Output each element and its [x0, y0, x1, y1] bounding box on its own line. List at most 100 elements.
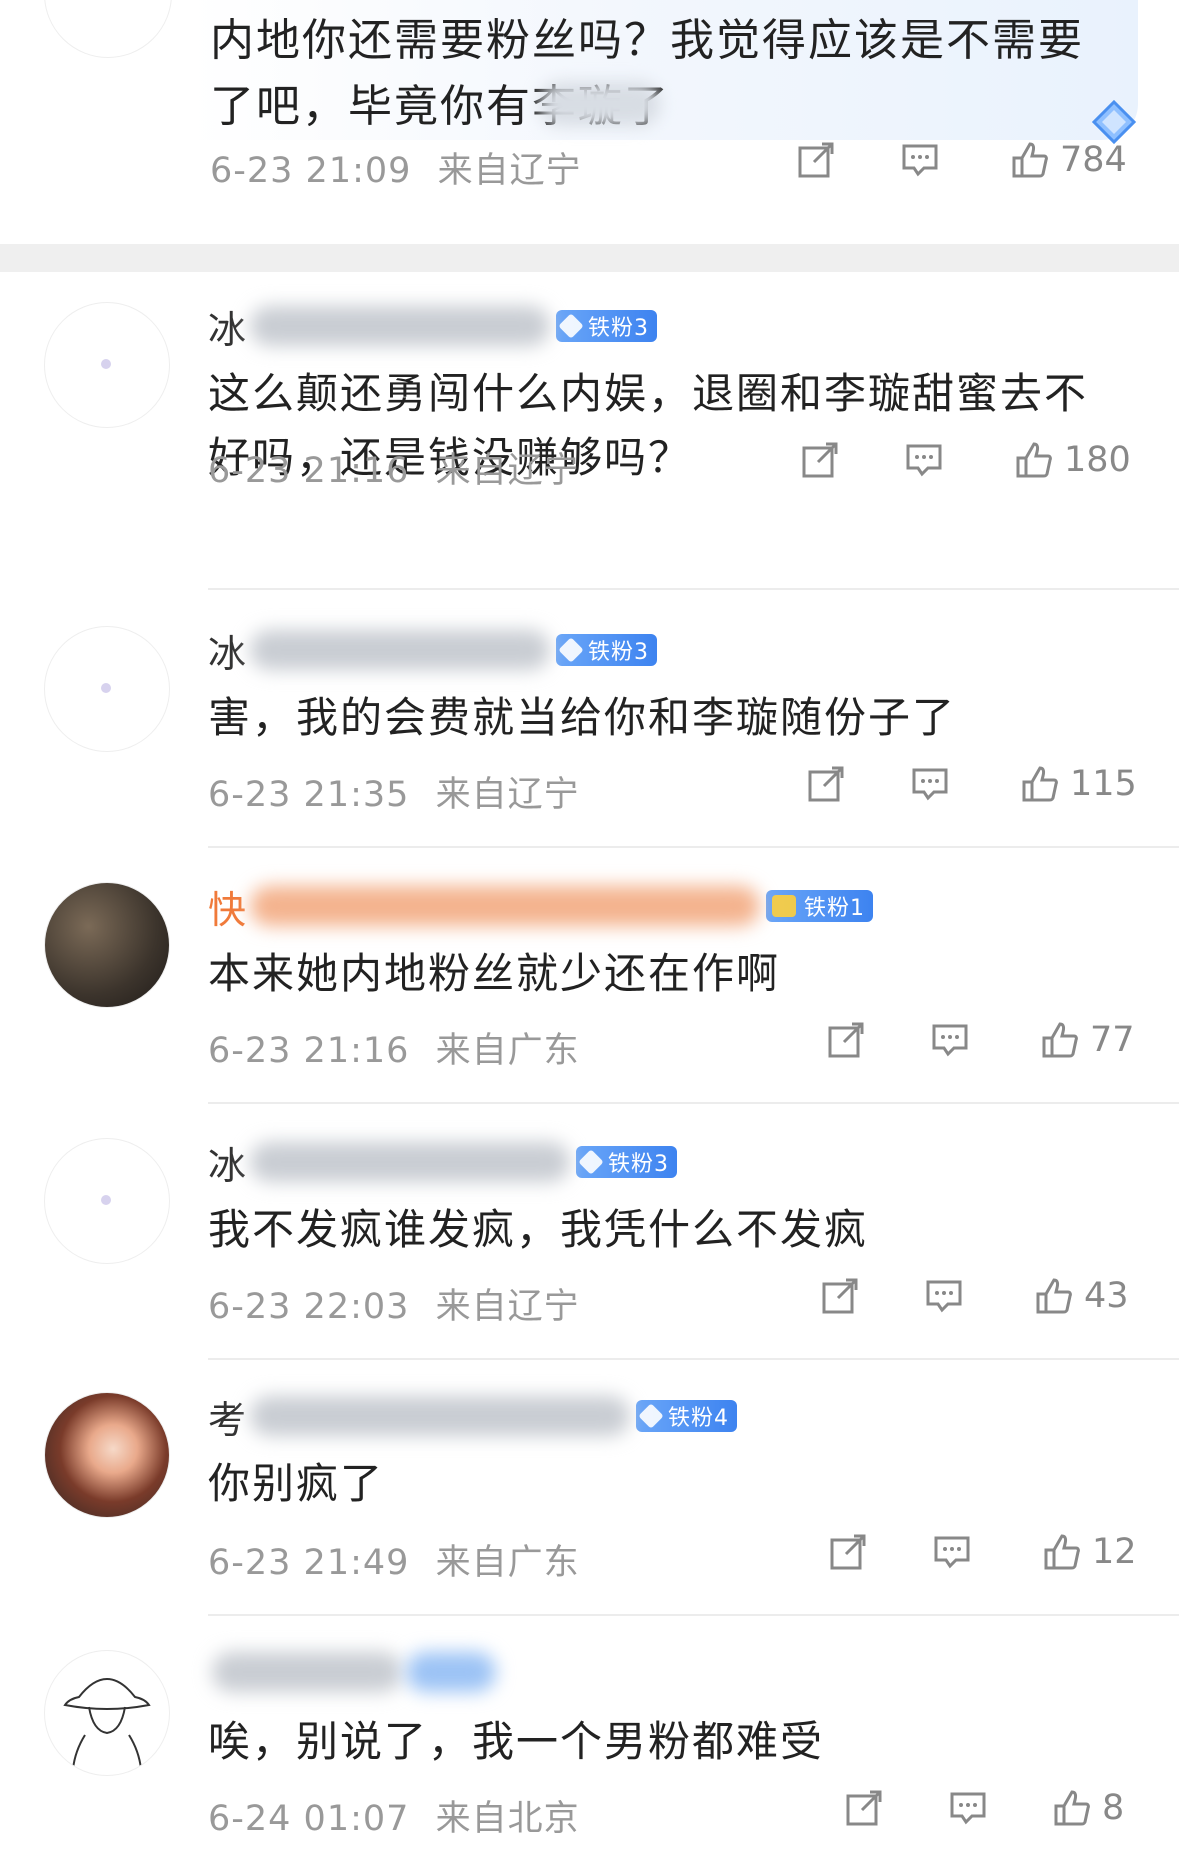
badge-label: 铁粉1 — [804, 896, 866, 921]
thumbs-up-icon[interactable] — [1010, 140, 1050, 180]
comment-time: 6-23 21:35 — [208, 775, 410, 815]
like-count: 43 — [1084, 1276, 1129, 1316]
comment-actions: 115 — [806, 764, 1137, 804]
share-icon[interactable] — [820, 1276, 860, 1316]
comment-item: 冰 铁粉3 这么颠还勇闯什么内娱，退圈和李璇甜蜜去不好吗，还是钱没赚够吗？ 6-… — [0, 272, 1179, 590]
share-icon[interactable] — [826, 1020, 866, 1060]
diamond-gem-icon — [1091, 99, 1137, 145]
share-icon[interactable] — [806, 764, 846, 804]
comment-meta: 6-23 21:49 来自广东 — [208, 1534, 580, 1585]
comment-text-line: 内地你还需要粉丝吗？我觉得应该是不需要 — [210, 15, 1084, 66]
blurred-username — [250, 1142, 571, 1182]
diamond-icon — [578, 1149, 604, 1175]
blurred-username — [250, 886, 761, 926]
thumbs-up-icon[interactable] — [1040, 1020, 1080, 1060]
avatar[interactable] — [44, 626, 170, 752]
thumbs-up-icon[interactable] — [1042, 1532, 1082, 1572]
comment-location: 来自辽宁 — [437, 151, 582, 191]
thumbs-up-icon[interactable] — [1052, 1788, 1092, 1828]
avatar[interactable] — [44, 1138, 170, 1264]
comment-location: 来自广东 — [435, 1031, 580, 1071]
comment-actions: 12 — [828, 1532, 1137, 1572]
comment-actions: 8 — [844, 1788, 1124, 1828]
blurred-username — [250, 630, 551, 670]
share-icon[interactable] — [800, 440, 840, 480]
comment-actions: 43 — [820, 1276, 1129, 1316]
username-row[interactable] — [208, 1648, 496, 1696]
comment-meta: 6-23 22:03 来自辽宁 — [208, 1278, 580, 1329]
comment-text: 唉，别说了，我一个男粉都难受 — [208, 1717, 825, 1766]
fan-badge: 铁粉3 — [576, 1146, 678, 1178]
share-icon[interactable] — [796, 140, 836, 180]
comment-icon[interactable] — [910, 764, 950, 804]
comment-icon[interactable] — [948, 1788, 988, 1828]
comment-actions: 784 — [796, 140, 1127, 180]
username: 快 — [208, 887, 247, 932]
diamond-icon — [558, 313, 584, 339]
username-row[interactable]: 考 铁粉4 — [208, 1392, 738, 1442]
thumbs-up-icon[interactable] — [1020, 764, 1060, 804]
username-row[interactable]: 冰 铁粉3 — [208, 626, 658, 676]
comment-item: 快 铁粉1 本来她内地粉丝就少还在作啊 6-23 21:16 来自广东 77 — [0, 846, 1179, 1104]
like-count: 180 — [1064, 440, 1131, 480]
username-row[interactable]: 冰 铁粉3 — [208, 1138, 678, 1188]
avatar[interactable] — [44, 1392, 170, 1518]
blurred-username — [250, 306, 551, 346]
comment-meta: 6-23 21:35 来自辽宁 — [208, 766, 580, 817]
comment-icon[interactable] — [924, 1276, 964, 1316]
comment-meta: 6-23 21:16 来自广东 — [208, 1022, 580, 1073]
comment-location: 来自辽宁 — [435, 1287, 580, 1327]
blurred-username — [250, 1396, 631, 1436]
comment-icon[interactable] — [932, 1532, 972, 1572]
comment-item: 唉，别说了，我一个男粉都难受 6-24 01:07 来自北京 8 — [0, 1614, 1179, 1870]
diamond-icon — [638, 1403, 664, 1429]
blurred-username — [212, 1652, 402, 1692]
fan-badge: 铁粉3 — [556, 634, 658, 666]
comment-time: 6-23 21:09 — [210, 151, 412, 191]
username-row[interactable]: 快 铁粉1 — [208, 882, 874, 932]
share-icon[interactable] — [828, 1532, 868, 1572]
blurred-badge — [406, 1652, 496, 1692]
avatar[interactable] — [44, 1650, 170, 1776]
comment-icon[interactable] — [930, 1020, 970, 1060]
comment-location: 来自辽宁 — [435, 451, 580, 491]
fan-badge: 铁粉4 — [636, 1400, 738, 1432]
badge-label: 铁粉4 — [668, 1406, 730, 1431]
thumbs-up-icon[interactable] — [1014, 440, 1054, 480]
comment-item: 冰 铁粉3 害，我的会费就当给你和李璇随份子了 6-23 21:35 来自辽宁 … — [0, 590, 1179, 848]
avatar[interactable] — [44, 0, 172, 58]
username: 冰 — [208, 631, 247, 676]
avatar[interactable] — [44, 302, 170, 428]
username-row[interactable]: 冰 铁粉3 — [208, 302, 658, 352]
like-count: 784 — [1060, 140, 1127, 180]
comment-meta: 6-24 01:07 来自北京 — [208, 1790, 580, 1841]
comment-time: 6-23 21:16 — [208, 451, 410, 491]
comment-actions: 180 — [800, 440, 1131, 480]
username: 冰 — [208, 1143, 247, 1188]
badge-label: 铁粉3 — [588, 640, 650, 665]
username: 考 — [208, 1397, 247, 1442]
comment-time: 6-23 21:16 — [208, 1031, 410, 1071]
comment-text: 我不发疯谁发疯，我凭什么不发疯 — [208, 1205, 869, 1254]
fan-badge: 铁粉1 — [766, 890, 874, 922]
comment-time: 6-23 21:49 — [208, 1543, 410, 1583]
avatar[interactable] — [44, 882, 170, 1008]
like-count: 115 — [1070, 764, 1137, 804]
comment-item: 冰 铁粉3 我不发疯谁发疯，我凭什么不发疯 6-23 22:03 来自辽宁 43 — [0, 1102, 1179, 1360]
badge-label: 铁粉3 — [588, 316, 650, 341]
comment-text: 你别疯了 — [208, 1459, 385, 1508]
username: 冰 — [208, 307, 247, 352]
badge-label: 铁粉3 — [608, 1152, 670, 1177]
comment-item: 考 铁粉4 你别疯了 6-23 21:49 来自广东 12 — [0, 1358, 1179, 1616]
thumbs-up-icon[interactable] — [1034, 1276, 1074, 1316]
comment-meta: 6-23 21:09 来自辽宁 — [210, 142, 582, 193]
fan-badge: 铁粉3 — [556, 310, 658, 342]
comment-time: 6-23 22:03 — [208, 1287, 410, 1327]
comment-text: 害，我的会费就当给你和李璇随份子了 — [208, 693, 957, 742]
share-icon[interactable] — [844, 1788, 884, 1828]
comment-location: 来自辽宁 — [435, 775, 580, 815]
comment-icon[interactable] — [904, 440, 944, 480]
like-count: 77 — [1090, 1020, 1135, 1060]
comment-location: 来自北京 — [435, 1799, 580, 1839]
comment-icon[interactable] — [900, 140, 940, 180]
